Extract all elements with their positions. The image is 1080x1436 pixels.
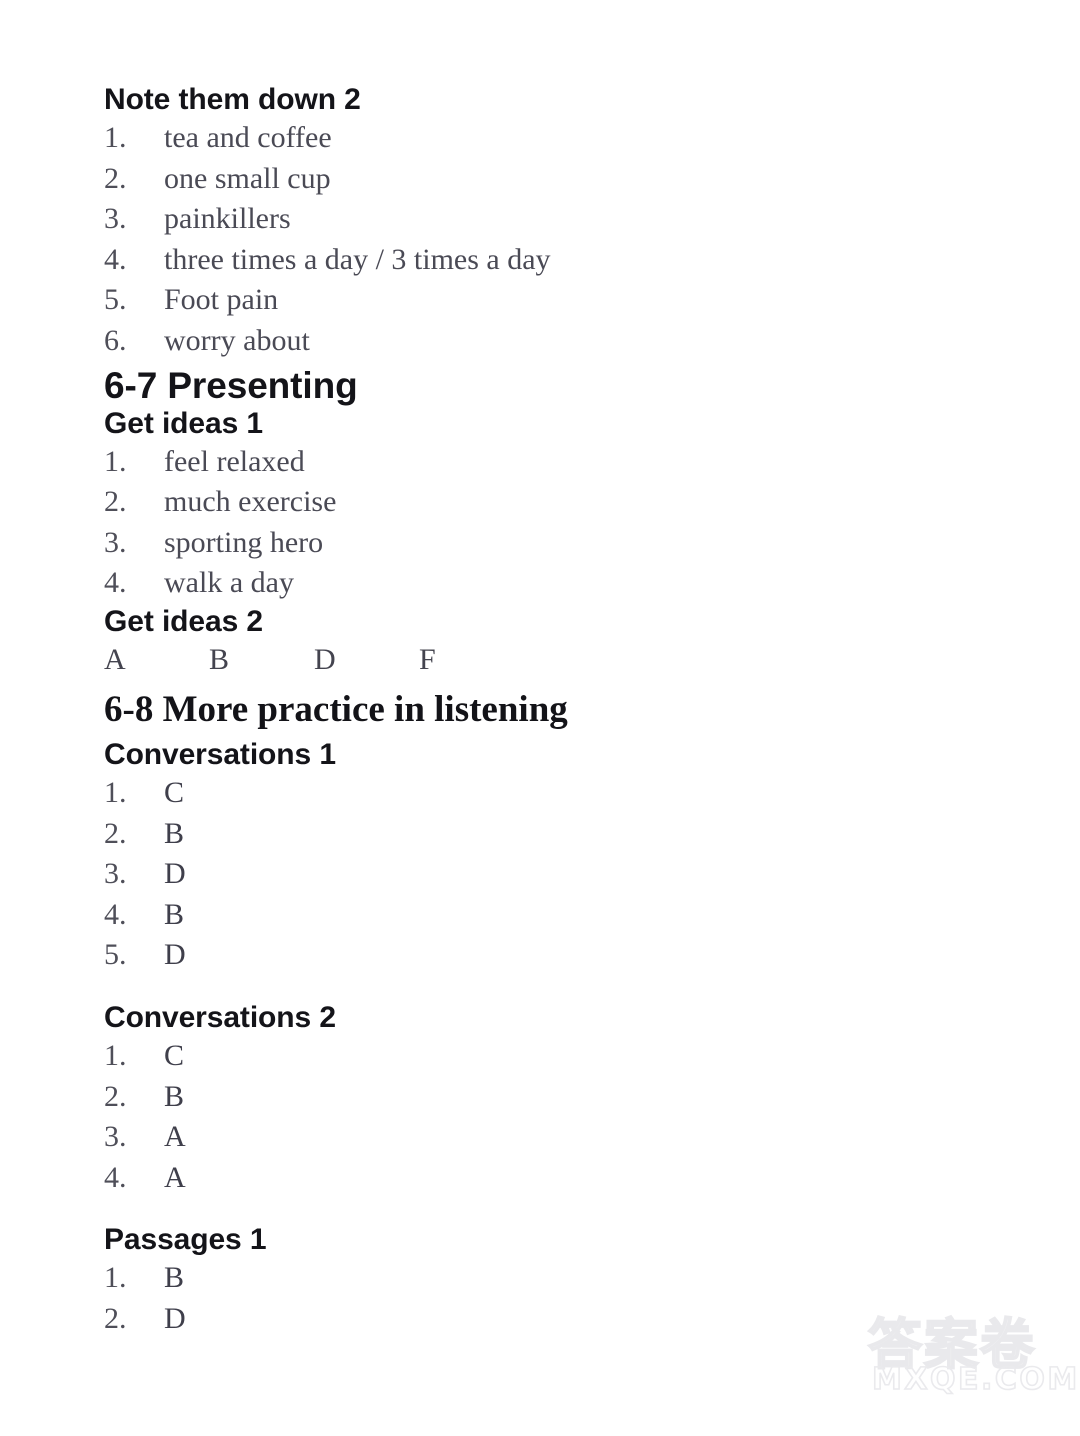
answer-letter: A (104, 643, 126, 677)
list-item: 2. much exercise (104, 482, 1040, 523)
item-number: 1. (104, 776, 127, 810)
list-item: 2. B (104, 1077, 1040, 1118)
item-number: 1. (104, 1039, 127, 1073)
list-item: 3. painkillers (104, 199, 1040, 240)
answer-letter: D (314, 643, 336, 677)
item-answer: D (164, 1301, 186, 1335)
heading-6-7-presenting: 6-7 Presenting (104, 365, 358, 407)
list-item: 1. B (104, 1258, 1040, 1299)
item-number: 1. (104, 1261, 127, 1295)
heading-conversations-1: Conversations 1 (104, 738, 336, 772)
answer-list-conversations-2: 1. C 2. B 3. A 4. A (104, 1036, 1040, 1198)
item-answer: painkillers (164, 202, 291, 236)
item-answer: C (164, 1039, 185, 1073)
item-answer: A (164, 1160, 186, 1194)
item-number: 3. (104, 857, 127, 891)
item-number: 4. (104, 242, 127, 276)
heading-get-ideas-2: Get ideas 2 (104, 604, 263, 638)
item-number: 1. (104, 121, 127, 155)
list-item: 4. walk a day (104, 563, 1040, 604)
list-item: 5. Foot pain (104, 280, 1040, 321)
item-answer: C (164, 776, 185, 810)
list-item: 4. three times a day / 3 times a day (104, 240, 1040, 281)
answer-list-note-them-down-2: 1. tea and coffee 2. one small cup 3. pa… (104, 118, 1040, 361)
list-item: 4. A (104, 1158, 1040, 1199)
item-answer: D (164, 938, 186, 972)
answer-letter: B (209, 643, 230, 677)
answer-list-get-ideas-1: 1. feel relaxed 2. much exercise 3. spor… (104, 442, 1040, 604)
item-number: 3. (104, 1120, 127, 1154)
heading-conversations-2: Conversations 2 (104, 1000, 336, 1034)
list-item: 1. C (104, 773, 1040, 814)
item-number: 1. (104, 444, 127, 478)
answer-list-passages-1: 1. B 2. D (104, 1258, 1040, 1339)
item-answer: A (164, 1120, 186, 1154)
item-number: 2. (104, 1301, 127, 1335)
list-item: 2. D (104, 1299, 1040, 1340)
heading-passages-1: Passages 1 (104, 1223, 267, 1257)
list-item: 3. sporting hero (104, 523, 1040, 564)
list-item: 1. feel relaxed (104, 442, 1040, 483)
answer-key-page: Note them down 2 1. tea and coffee 2. on… (0, 0, 1080, 1436)
item-number: 4. (104, 897, 127, 931)
list-item: 2. one small cup (104, 159, 1040, 200)
item-number: 2. (104, 1079, 127, 1113)
item-answer: B (164, 897, 185, 931)
answer-letters-get-ideas-2: A B D F (104, 640, 1040, 680)
item-answer: walk a day (164, 566, 294, 600)
item-number: 3. (104, 525, 127, 559)
heading-6-8-more-practice-in-listening: 6-8 More practice in listening (104, 689, 568, 731)
list-item: 1. C (104, 1036, 1040, 1077)
item-answer: B (164, 1079, 185, 1113)
list-item: 4. B (104, 895, 1040, 936)
item-answer: sporting hero (164, 525, 324, 559)
list-item: 5. D (104, 935, 1040, 976)
watermark-domain-text: MXQE.COM (871, 1361, 1080, 1398)
list-item: 3. A (104, 1117, 1040, 1158)
heading-get-ideas-1: Get ideas 1 (104, 406, 263, 440)
heading-note-them-down-2: Note them down 2 (104, 83, 361, 116)
item-number: 2. (104, 161, 127, 195)
item-answer: Foot pain (164, 283, 279, 317)
item-number: 2. (104, 816, 127, 850)
list-item: 2. B (104, 814, 1040, 855)
list-item: 1. tea and coffee (104, 118, 1040, 159)
item-number: 4. (104, 566, 127, 600)
item-answer: tea and coffee (164, 121, 332, 155)
item-answer: three times a day / 3 times a day (164, 242, 551, 276)
answer-letter: F (419, 643, 436, 677)
item-number: 6. (104, 323, 127, 357)
item-answer: one small cup (164, 161, 331, 195)
item-number: 3. (104, 202, 127, 236)
item-number: 5. (104, 938, 127, 972)
item-number: 2. (104, 485, 127, 519)
item-number: 5. (104, 283, 127, 317)
page-content: Note them down 2 1. tea and coffee 2. on… (104, 84, 1040, 1341)
item-answer: D (164, 857, 186, 891)
item-answer: worry about (164, 323, 310, 357)
item-number: 4. (104, 1160, 127, 1194)
item-answer: B (164, 1261, 185, 1295)
answer-list-conversations-1: 1. C 2. B 3. D 4. B 5. D (104, 773, 1040, 976)
list-item: 6. worry about (104, 321, 1040, 362)
item-answer: much exercise (164, 485, 337, 519)
list-item: 3. D (104, 854, 1040, 895)
item-answer: B (164, 816, 185, 850)
item-answer: feel relaxed (164, 444, 305, 478)
